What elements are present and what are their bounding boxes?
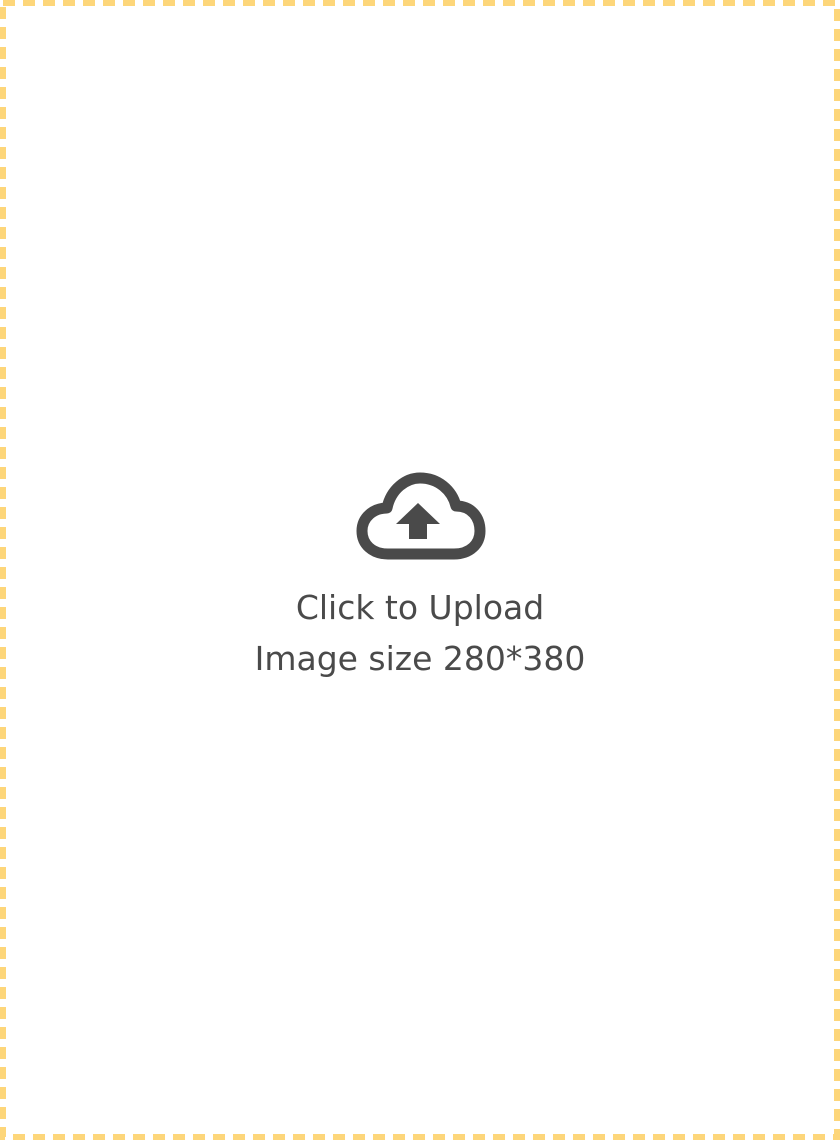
- cloud-upload-icon[interactable]: [354, 472, 486, 562]
- upload-content[interactable]: Click to Upload Image size 280*380: [0, 472, 840, 684]
- upload-title[interactable]: Click to Upload: [296, 582, 544, 633]
- image-size-hint: Image size 280*380: [254, 639, 586, 678]
- upload-dropzone[interactable]: Click to Upload Image size 280*380: [0, 0, 840, 1140]
